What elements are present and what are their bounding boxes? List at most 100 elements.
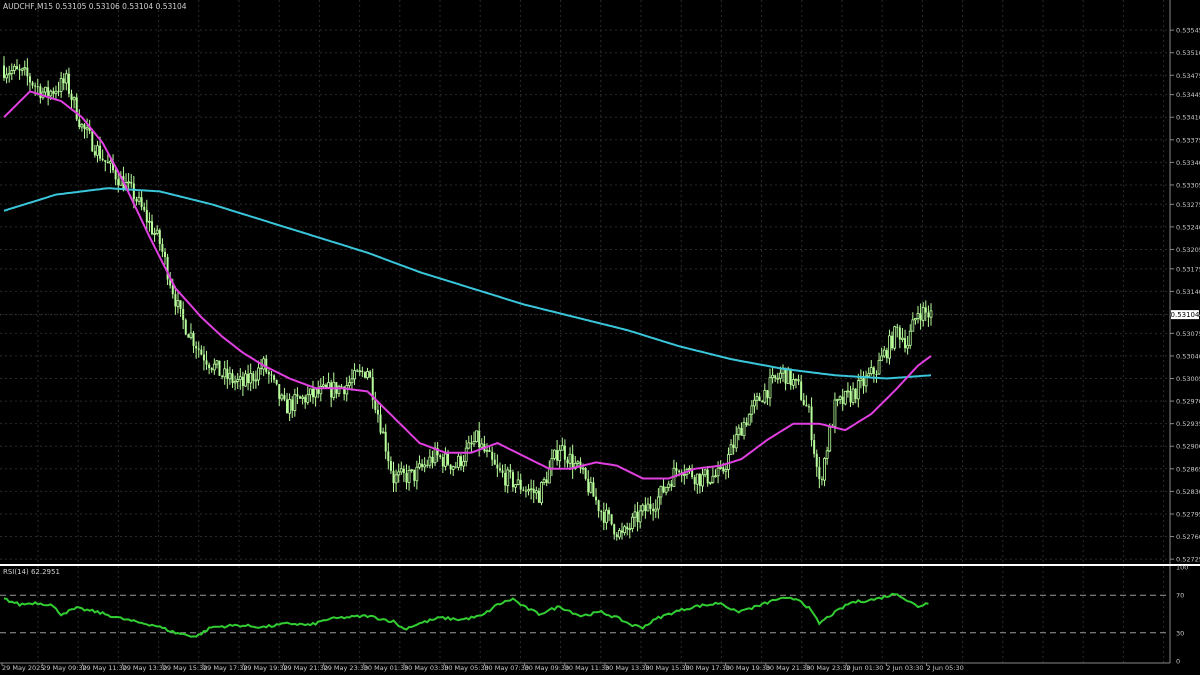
candle-body-bear — [405, 473, 408, 483]
time-tick-label: 30 May 01:30 — [364, 664, 409, 672]
candle-body-bull — [628, 528, 632, 530]
time-tick-label: 29 May 11:30 — [82, 664, 127, 672]
candle-body-bull — [394, 474, 398, 484]
candle-body-bull — [695, 473, 699, 485]
candle-body-bear — [441, 457, 444, 467]
candle-body-bear — [62, 78, 65, 84]
candle-body-bull — [734, 434, 738, 449]
candle-body-bull — [719, 466, 723, 469]
time-tick-label: 2 Jun 01:30 — [846, 664, 883, 672]
candle-body-bear — [296, 394, 299, 397]
candle-body-bear — [114, 170, 117, 180]
price-tick-label: 0.52970 — [1176, 398, 1200, 406]
candle-body-bull — [659, 485, 663, 498]
time-tick-label: 30 May 17:30 — [685, 664, 730, 672]
candle-body-bull — [589, 482, 593, 493]
candle-body-bear — [184, 319, 187, 335]
candle-body-bear — [758, 396, 761, 401]
candle-body-bull — [54, 90, 58, 95]
candle-body-bull — [410, 469, 414, 472]
candle-body-bear — [610, 514, 613, 525]
candle-body-bear — [231, 373, 234, 383]
candle-body-bull — [568, 453, 572, 464]
time-tick-label: 30 May 23:30 — [806, 664, 851, 672]
time-tick-label: 30 May 03:30 — [404, 664, 449, 672]
candle-body-bull — [321, 384, 325, 387]
candle-body-bull — [451, 466, 455, 470]
time-tick-label: 30 May 11:30 — [565, 664, 610, 672]
candle-body-bear — [275, 379, 278, 385]
candle-body-bear — [431, 457, 434, 463]
candle-body-bull — [257, 367, 260, 381]
candle-body-bear — [813, 440, 816, 454]
price-tick-label: 0.53140 — [1176, 288, 1200, 296]
rsi-tick-label: 0 — [1176, 658, 1180, 666]
candle-body-bear — [608, 510, 611, 515]
price-tick-label: 0.53445 — [1176, 91, 1200, 99]
candle-body-bull — [254, 379, 258, 382]
candle-body-bear — [161, 243, 164, 252]
candle-body-bull — [506, 469, 510, 486]
candle-body-bull — [516, 479, 520, 485]
candle-body-bear — [504, 472, 507, 486]
candle-body-bear — [278, 384, 281, 399]
candle-body-bear — [522, 489, 525, 491]
candle-body-bear — [563, 445, 566, 460]
candle-body-bull — [244, 373, 247, 387]
candle-body-bull — [851, 388, 855, 403]
price-tick-label: 0.52725 — [1176, 556, 1200, 564]
candle-body-bear — [208, 364, 211, 368]
time-tick-label: 2 Jun 03:30 — [886, 664, 923, 672]
candle-body-bull — [23, 67, 27, 70]
candle-body-bear — [896, 326, 899, 328]
candle-body-bear — [247, 373, 250, 383]
time-tick-label: 29 May 15:30 — [163, 664, 208, 672]
candle-body-bull — [540, 482, 543, 504]
candle-body-bear — [374, 399, 377, 410]
candle-body-bull — [914, 318, 917, 321]
time-tick-label: 29 May 2025 — [2, 664, 44, 672]
candle-body-bull — [399, 468, 403, 473]
candle-body-bear — [600, 511, 603, 513]
candle-body-bear — [766, 390, 769, 398]
candle-body-bull — [654, 508, 658, 512]
candle-body-bull — [527, 489, 530, 492]
candle-body-bear — [854, 389, 857, 399]
candle-body-bull — [763, 390, 767, 403]
candle-body-bear — [478, 430, 481, 448]
candle-body-bull — [462, 460, 466, 467]
candle-body-bull — [423, 464, 427, 468]
candle-body-bear — [807, 406, 810, 408]
candle-body-bull — [581, 467, 585, 470]
price-tick-label: 0.53375 — [1176, 136, 1200, 144]
candle-body-bear — [519, 479, 522, 490]
candle-body-bull — [778, 372, 782, 379]
candle-body-bull — [737, 427, 741, 436]
rsi-header: RSI(14) 62.2951 — [3, 568, 60, 576]
candle-body-bear — [924, 307, 927, 313]
candle-body-bear — [797, 379, 800, 382]
candle-body-bear — [200, 349, 203, 355]
time-tick-label: 30 May 19:30 — [726, 664, 771, 672]
candle-body-bear — [205, 360, 208, 365]
candle-body-bull — [703, 469, 707, 476]
candle-body-bull — [550, 458, 554, 469]
candle-body-bull — [236, 379, 240, 382]
candle-body-bear — [584, 468, 587, 479]
price-tick-label: 0.53240 — [1176, 223, 1200, 231]
candle-body-bear — [363, 372, 366, 378]
candle-body-bear — [197, 348, 200, 350]
candle-body-bull — [309, 388, 312, 396]
candle-body-bull — [215, 360, 219, 365]
price-tick-label: 0.52900 — [1176, 443, 1200, 451]
price-tick-label: 0.53410 — [1176, 114, 1200, 122]
candle-body-bull — [44, 86, 47, 93]
candle-body-bull — [656, 496, 660, 510]
candle-body-bull — [711, 475, 715, 483]
candle-body-bear — [187, 334, 190, 338]
candle-body-bull — [823, 458, 826, 481]
time-tick-label: 30 May 13:30 — [605, 664, 650, 672]
candle-body-bull — [755, 396, 759, 401]
candle-body-bear — [460, 456, 463, 466]
time-tick-label: 29 May 13:30 — [123, 664, 168, 672]
